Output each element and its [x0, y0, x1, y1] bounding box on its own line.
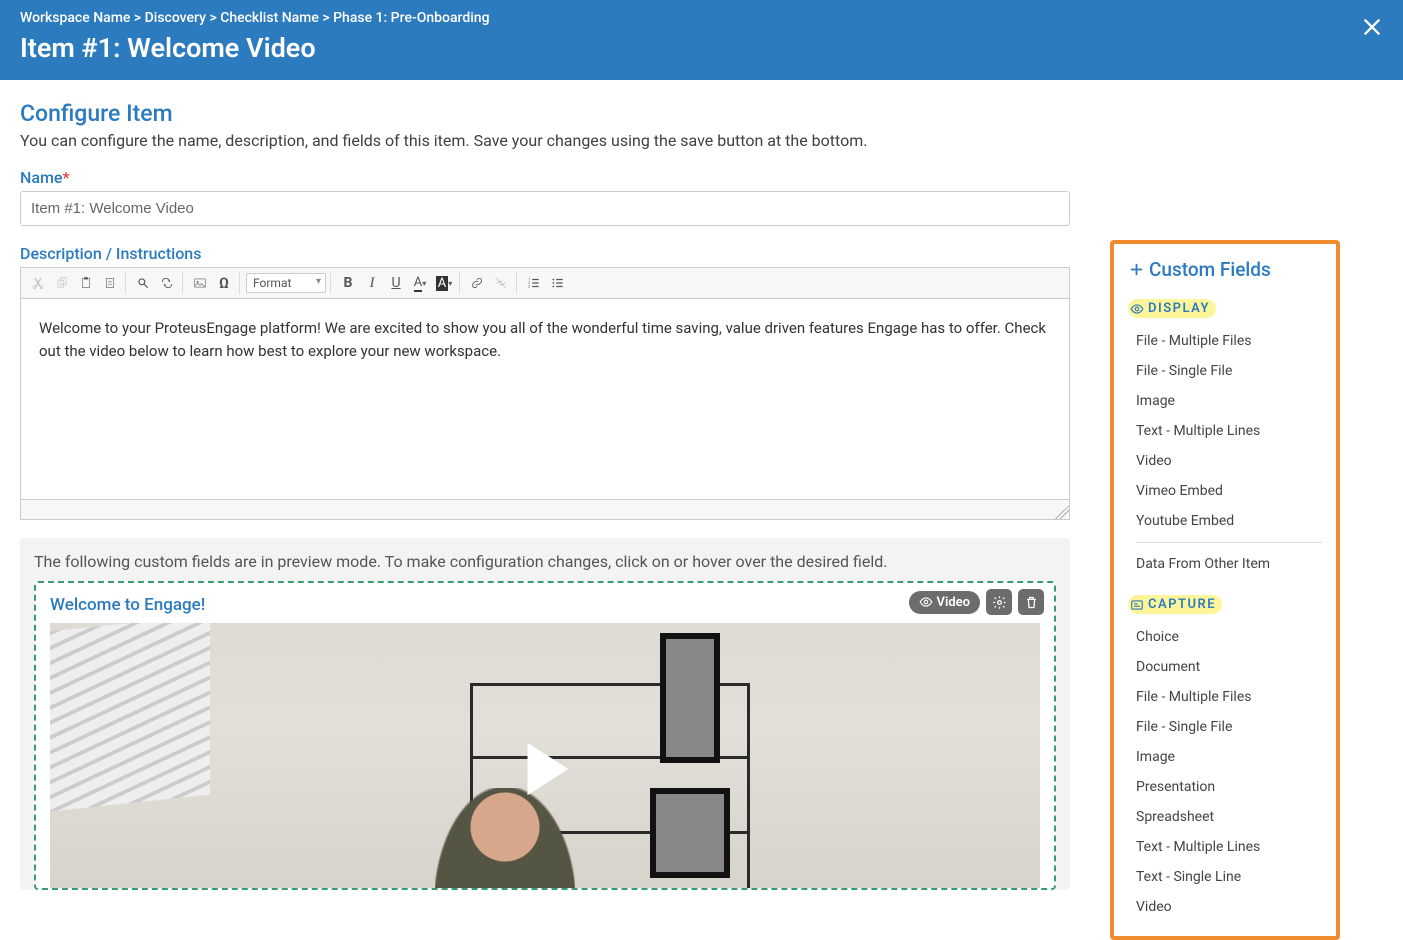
field-item[interactable]: Image: [1128, 386, 1322, 416]
close-icon: [1361, 16, 1383, 38]
field-item[interactable]: Choice: [1128, 622, 1322, 652]
field-item[interactable]: Data From Other Item: [1128, 549, 1322, 579]
capture-group-heading: CAPTURE: [1128, 595, 1222, 614]
display-group-heading: DISPLAY: [1128, 299, 1216, 318]
cut-button[interactable]: [27, 272, 49, 294]
italic-button[interactable]: I: [361, 272, 383, 294]
format-select[interactable]: Format: [246, 273, 326, 293]
replace-button[interactable]: [156, 272, 178, 294]
editor-toolbar: Ω Format B I U A▾ A▾ 123: [21, 268, 1069, 299]
preview-field-video[interactable]: Video Welcome to Engage!: [34, 581, 1056, 890]
specialchar-button[interactable]: Ω: [213, 272, 235, 294]
form-icon: [1130, 598, 1144, 612]
field-item[interactable]: Spreadsheet: [1128, 802, 1322, 832]
description-label: Description / Instructions: [20, 244, 1070, 263]
field-item[interactable]: File - Multiple Files: [1128, 326, 1322, 356]
field-item[interactable]: Text - Multiple Lines: [1128, 832, 1322, 862]
field-settings-button[interactable]: [986, 589, 1012, 615]
play-icon: [510, 734, 580, 804]
capture-heading-text: CAPTURE: [1148, 597, 1216, 612]
preview-note: The following custom fields are in previ…: [34, 552, 1056, 571]
svg-text:3: 3: [528, 285, 530, 289]
editor-footer: [21, 499, 1069, 519]
editor-body[interactable]: Welcome to your ProteusEngage platform! …: [21, 299, 1069, 499]
paste-text-button[interactable]: [99, 272, 121, 294]
bold-button[interactable]: B: [337, 272, 359, 294]
field-item[interactable]: File - Multiple Files: [1128, 682, 1322, 712]
description-editor: Ω Format B I U A▾ A▾ 123: [20, 267, 1070, 520]
field-badge-label: Video: [937, 595, 971, 610]
field-item[interactable]: Text - Single Line: [1128, 862, 1322, 892]
display-field-list: File - Multiple Files File - Single File…: [1128, 326, 1322, 536]
underline-button[interactable]: U: [385, 272, 407, 294]
field-item[interactable]: Vimeo Embed: [1128, 476, 1322, 506]
eye-icon: [1130, 302, 1144, 316]
custom-fields-panel: Custom Fields DISPLAY File - Multiple Fi…: [1110, 240, 1340, 940]
name-label: Name*: [20, 168, 1070, 187]
gear-icon: [992, 595, 1007, 610]
breadcrumb[interactable]: Workspace Name > Discovery > Checklist N…: [20, 10, 1383, 26]
field-delete-button[interactable]: [1018, 589, 1044, 615]
field-item[interactable]: Video: [1128, 446, 1322, 476]
image-button[interactable]: [189, 272, 211, 294]
video-thumbnail[interactable]: [50, 623, 1040, 888]
unlink-button[interactable]: [490, 272, 512, 294]
field-type-badge: Video: [909, 591, 981, 614]
bg-color-button[interactable]: A▾: [433, 272, 455, 294]
copy-button[interactable]: [51, 272, 73, 294]
link-button[interactable]: [466, 272, 488, 294]
name-label-text: Name: [20, 168, 62, 187]
play-button[interactable]: [510, 734, 580, 804]
field-item[interactable]: Document: [1128, 652, 1322, 682]
configure-heading: Configure Item: [20, 100, 1070, 127]
custom-fields-heading[interactable]: Custom Fields: [1128, 258, 1322, 281]
field-item[interactable]: Image: [1128, 742, 1322, 772]
paste-button[interactable]: [75, 272, 97, 294]
field-item[interactable]: Video: [1128, 892, 1322, 922]
text-color-button[interactable]: A▾: [409, 272, 431, 294]
custom-fields-title-text: Custom Fields: [1149, 258, 1271, 281]
field-item[interactable]: Text - Multiple Lines: [1128, 416, 1322, 446]
field-item[interactable]: Presentation: [1128, 772, 1322, 802]
plus-icon: [1128, 261, 1145, 278]
trash-icon: [1024, 595, 1039, 610]
page-header: Workspace Name > Discovery > Checklist N…: [0, 0, 1403, 80]
page-title: Item #1: Welcome Video: [20, 32, 1383, 64]
preview-area: The following custom fields are in previ…: [20, 538, 1070, 890]
find-button[interactable]: [132, 272, 154, 294]
name-input[interactable]: [20, 191, 1070, 226]
bullet-list-button[interactable]: [547, 272, 569, 294]
field-item[interactable]: File - Single File: [1128, 712, 1322, 742]
resize-grip[interactable]: [1055, 505, 1069, 519]
preview-field-title: Welcome to Engage!: [50, 595, 1040, 615]
display-heading-text: DISPLAY: [1148, 301, 1210, 316]
numbered-list-button[interactable]: 123: [523, 272, 545, 294]
field-item[interactable]: File - Single File: [1128, 356, 1322, 386]
eye-icon: [919, 595, 933, 609]
required-star: *: [62, 168, 69, 187]
divider: [1136, 542, 1322, 543]
configure-description: You can configure the name, description,…: [20, 131, 1070, 150]
display-extra-list: Data From Other Item: [1128, 549, 1322, 579]
capture-field-list: Choice Document File - Multiple Files Fi…: [1128, 622, 1322, 922]
field-item[interactable]: Youtube Embed: [1128, 506, 1322, 536]
close-button[interactable]: [1361, 16, 1383, 42]
